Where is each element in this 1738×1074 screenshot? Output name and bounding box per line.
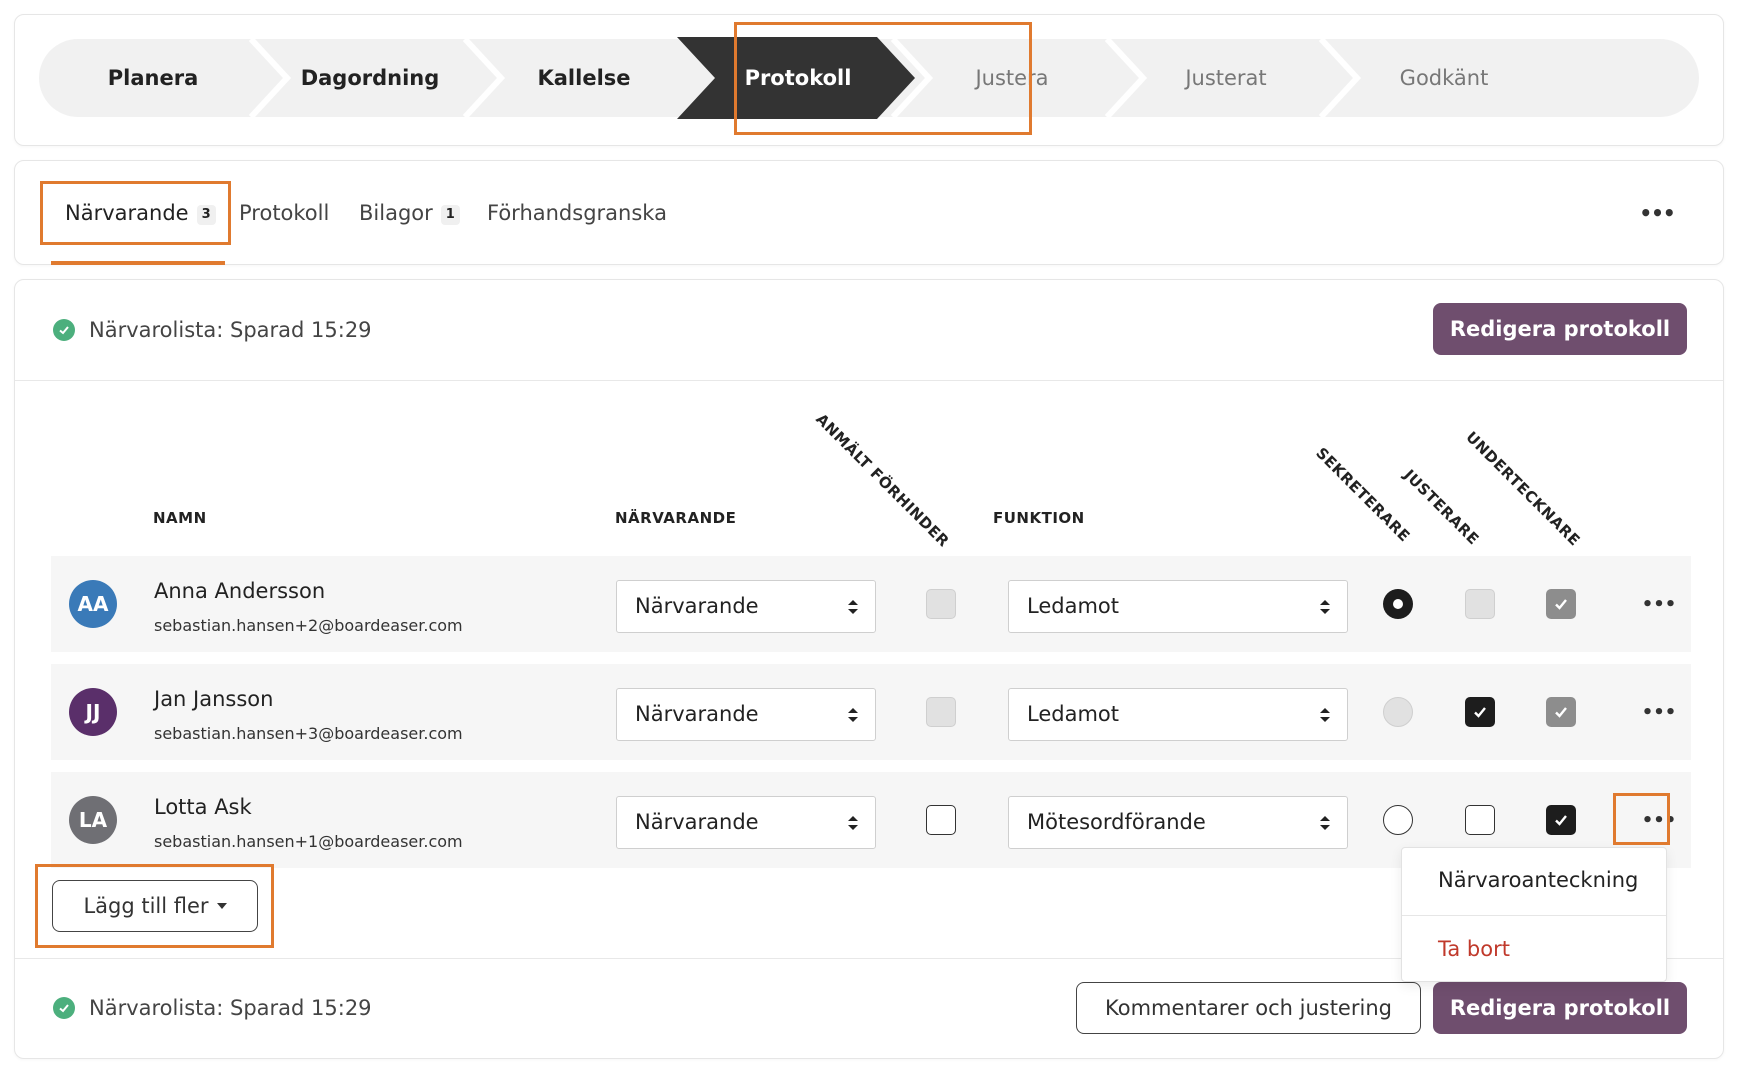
- header-function: FUNKTION: [993, 509, 1085, 527]
- comments-button[interactable]: Kommentarer och justering: [1076, 982, 1421, 1034]
- tab-count-badge: 3: [196, 205, 216, 225]
- member-name: Anna Andersson: [154, 579, 326, 603]
- tab-count-badge: 1: [440, 205, 460, 225]
- absence-notice-checkbox: [926, 589, 956, 619]
- divider: [15, 380, 1723, 381]
- add-more-label: Lägg till fler: [83, 894, 209, 918]
- menu-item-remove[interactable]: Ta bort: [1402, 937, 1666, 961]
- check-icon: [1555, 707, 1567, 718]
- secretary-radio[interactable]: [1383, 805, 1413, 835]
- tab-label: Närvarande: [65, 201, 189, 225]
- attendance-select[interactable]: Närvarande: [616, 688, 876, 741]
- adjuster-checkbox[interactable]: [1465, 697, 1495, 727]
- absence-notice-checkbox[interactable]: [926, 805, 956, 835]
- step-dagordning[interactable]: Dagordning: [301, 39, 440, 117]
- function-select[interactable]: Ledamot: [1008, 580, 1348, 633]
- sort-arrows-icon: [848, 600, 858, 614]
- tabs-card: Närvarande 3 Protokoll Bilagor 1 Förhandsg…: [14, 160, 1724, 265]
- header-signer: UNDERTECKNARE: [1462, 428, 1584, 550]
- menu-separator: [1402, 915, 1666, 916]
- step-separator: [462, 36, 506, 120]
- edit-protocol-button[interactable]: Redigera protokoll: [1433, 303, 1687, 355]
- step-justera[interactable]: Justera: [975, 39, 1048, 117]
- step-protokoll[interactable]: Protokoll: [745, 39, 852, 117]
- header-name: NAMN: [153, 509, 207, 527]
- step-kallelse[interactable]: Kallelse: [537, 39, 630, 117]
- save-status-text: Närvarolista: Sparad 15:29: [89, 996, 372, 1020]
- step-planera[interactable]: Planera: [108, 39, 198, 117]
- caret-down-icon: [216, 903, 227, 909]
- adjuster-checkbox: [1465, 589, 1495, 619]
- signer-checkbox[interactable]: [1546, 805, 1576, 835]
- tab-bilagor[interactable]: Bilagor 1: [359, 161, 460, 266]
- sort-arrows-icon: [1320, 816, 1330, 830]
- edit-protocol-button-bottom[interactable]: Redigera protokoll: [1433, 982, 1687, 1034]
- sort-arrows-icon: [1320, 600, 1330, 614]
- check-icon: [1474, 707, 1486, 718]
- step-separator: [1104, 36, 1148, 120]
- tab-label: Protokoll: [239, 201, 330, 225]
- attendance-select[interactable]: Närvarande: [616, 580, 876, 633]
- table-row: JJ Jan Jansson sebastian.hansen+3@boarde…: [51, 664, 1691, 760]
- member-email: sebastian.hansen+3@boardeaser.com: [154, 724, 463, 743]
- step-godkant[interactable]: Godkänt: [1400, 39, 1489, 117]
- attendance-select-value: Närvarande: [635, 594, 759, 618]
- save-status-text: Närvarolista: Sparad 15:29: [89, 318, 372, 342]
- attendance-select[interactable]: Närvarande: [616, 796, 876, 849]
- secretary-radio: [1383, 697, 1413, 727]
- step-separator: [248, 36, 292, 120]
- avatar: AA: [69, 580, 117, 628]
- step-separator: [1318, 36, 1362, 120]
- tab-label: Förhandsgranska: [487, 201, 667, 225]
- avatar: LA: [69, 796, 117, 844]
- active-tab-underline: [51, 261, 225, 265]
- sort-arrows-icon: [848, 708, 858, 722]
- function-select[interactable]: Mötesordförande: [1008, 796, 1348, 849]
- tabs-more-icon[interactable]: •••: [1637, 193, 1677, 233]
- row-actions-menu: Närvaroanteckning Ta bort: [1401, 847, 1667, 982]
- adjuster-checkbox[interactable]: [1465, 805, 1495, 835]
- absence-notice-checkbox: [926, 697, 956, 727]
- header-absence-notice: ANMÄLT FÖRHINDER: [812, 410, 953, 551]
- check-icon: [1555, 599, 1567, 610]
- function-select[interactable]: Ledamot: [1008, 688, 1348, 741]
- secretary-radio[interactable]: [1383, 589, 1413, 619]
- tab-protokoll[interactable]: Protokoll: [239, 161, 329, 266]
- header-adjuster: JUSTERARE: [1400, 466, 1483, 549]
- tab-label: Bilagor: [359, 201, 433, 225]
- save-status-bottom: Närvarolista: Sparad 15:29: [53, 996, 372, 1020]
- tab-forhandsgranska[interactable]: Förhandsgranska: [487, 161, 667, 266]
- menu-item-attendance-note[interactable]: Närvaroanteckning: [1402, 868, 1666, 892]
- step-justerat[interactable]: Justerat: [1185, 39, 1266, 117]
- header-secretary: SEKRETERARE: [1312, 444, 1414, 546]
- row-more-icon[interactable]: •••: [1639, 584, 1679, 624]
- attendance-select-value: Närvarande: [635, 702, 759, 726]
- member-email: sebastian.hansen+1@boardeaser.com: [154, 832, 463, 851]
- member-email: sebastian.hansen+2@boardeaser.com: [154, 616, 463, 635]
- check-icon: [1555, 815, 1567, 826]
- success-check-icon: [53, 997, 75, 1019]
- function-select-value: Ledamot: [1027, 702, 1119, 726]
- workflow-stepper-card: Planera Dagordning Kallelse Protokoll Ju…: [14, 14, 1724, 146]
- signer-checkbox: [1546, 589, 1576, 619]
- sort-arrows-icon: [1320, 708, 1330, 722]
- function-select-value: Ledamot: [1027, 594, 1119, 618]
- attendance-select-value: Närvarande: [635, 810, 759, 834]
- row-more-icon[interactable]: •••: [1639, 692, 1679, 732]
- function-select-value: Mötesordförande: [1027, 810, 1206, 834]
- row-more-icon[interactable]: •••: [1639, 800, 1679, 840]
- signer-checkbox: [1546, 697, 1576, 727]
- member-name: Lotta Ask: [154, 795, 252, 819]
- success-check-icon: [53, 319, 75, 341]
- table-row: AA Anna Andersson sebastian.hansen+2@boa…: [51, 556, 1691, 652]
- add-more-button[interactable]: Lägg till fler: [52, 880, 258, 932]
- tab-narvarande[interactable]: Närvarande 3: [65, 161, 216, 266]
- avatar: JJ: [69, 688, 117, 736]
- save-status-top: Närvarolista: Sparad 15:29: [53, 318, 372, 342]
- sort-arrows-icon: [848, 816, 858, 830]
- member-name: Jan Jansson: [154, 687, 274, 711]
- header-attendance: NÄRVARANDE: [615, 509, 737, 527]
